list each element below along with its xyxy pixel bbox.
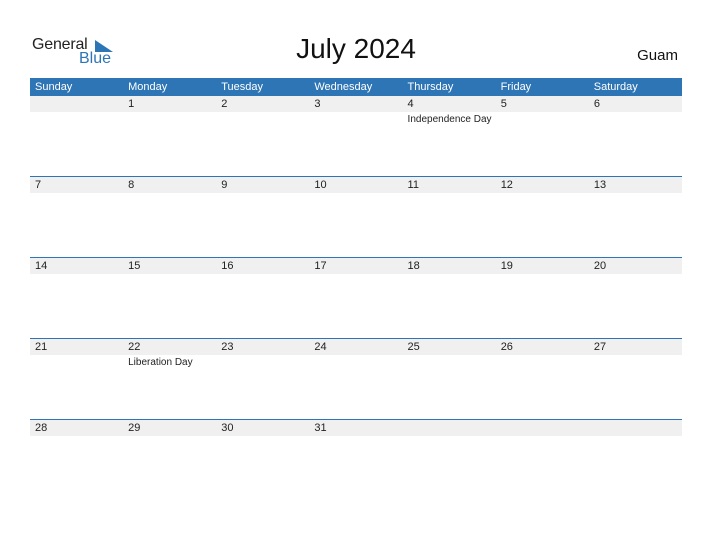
weekday-header: Sunday Monday Tuesday Wednesday Thursday…	[30, 78, 682, 96]
day-number: 31	[314, 422, 327, 434]
country-label: Guam	[637, 47, 678, 64]
day-cell: 25	[403, 339, 496, 420]
week-row: 14 15 16 17 18 19 20	[30, 257, 682, 339]
day-cell: 3	[309, 96, 402, 177]
day-number: 5	[500, 98, 507, 110]
day-cell: 15	[123, 258, 216, 339]
day-cell: 10	[309, 177, 402, 258]
day-cell: 13	[589, 177, 682, 258]
day-number: 10	[314, 179, 327, 191]
day-cell: 28	[30, 420, 123, 501]
day-number: 18	[407, 260, 420, 272]
day-cell	[589, 420, 682, 501]
day-number: 15	[128, 260, 141, 272]
day-number: 29	[128, 422, 141, 434]
calendar-title: July 2024	[296, 33, 416, 64]
weekday-thursday: Thursday	[407, 81, 454, 93]
day-number: 27	[593, 341, 607, 353]
day-number: 7	[35, 179, 42, 191]
day-cell: 31	[309, 420, 402, 501]
day-number: 6	[593, 98, 600, 110]
day-number: 16	[221, 260, 234, 272]
day-cell: 2	[216, 96, 309, 177]
day-cell: 26	[496, 339, 589, 420]
day-number: 24	[314, 341, 327, 353]
day-number: 17	[314, 260, 327, 272]
day-number: 8	[128, 179, 135, 191]
day-number: 2	[221, 98, 228, 110]
day-cell: 1	[123, 96, 216, 177]
day-cell: 29	[123, 420, 216, 501]
day-cell: 14	[30, 258, 123, 339]
day-cell	[496, 420, 589, 501]
day-cell: 18	[403, 258, 496, 339]
day-cell: 16	[216, 258, 309, 339]
day-number: 20	[593, 260, 607, 272]
weekday-wednesday: Wednesday	[314, 81, 373, 93]
week-row: 1 2 3 4 Independence Day 5 6	[30, 96, 682, 177]
day-number: 30	[221, 422, 234, 434]
day-cell: 11	[403, 177, 496, 258]
day-number: 3	[314, 98, 321, 110]
holiday-label: Liberation Day	[128, 357, 193, 368]
day-cell: 5	[496, 96, 589, 177]
day-cell: 6	[589, 96, 682, 177]
day-cell: 24	[309, 339, 402, 420]
weekday-sunday: Sunday	[35, 81, 73, 93]
day-cell: 17	[309, 258, 402, 339]
day-cell: 21	[30, 339, 123, 420]
day-number: 13	[593, 179, 607, 191]
day-number: 23	[221, 341, 234, 353]
day-number: 14	[35, 260, 48, 272]
weekday-monday: Monday	[128, 81, 168, 93]
day-cell: 20	[589, 258, 682, 339]
day-number: 28	[35, 422, 48, 434]
week-row: 28 29 30 31	[30, 419, 682, 501]
day-number: 21	[35, 341, 48, 353]
day-number: 26	[500, 341, 513, 353]
day-number: 22	[128, 341, 141, 353]
weekday-saturday: Saturday	[593, 81, 638, 93]
day-cell: 23	[216, 339, 309, 420]
day-number: 19	[500, 260, 513, 272]
day-cell: 9	[216, 177, 309, 258]
day-cell: 19	[496, 258, 589, 339]
day-cell: 22 Liberation Day	[123, 339, 216, 420]
day-cell: 7	[30, 177, 123, 258]
day-cell: 12	[496, 177, 589, 258]
day-number: 11	[407, 179, 419, 191]
day-cell: 27	[589, 339, 682, 420]
day-number: 12	[500, 179, 513, 191]
day-cell: 4 Independence Day	[403, 96, 496, 177]
day-number: 1	[128, 98, 135, 110]
week-row: 21 22 Liberation Day 23 24 25 26 27	[30, 338, 682, 420]
weekday-friday: Friday	[500, 81, 532, 93]
week-row: 7 8 9 10 11 12 13	[30, 176, 682, 258]
weekday-tuesday: Tuesday	[221, 81, 264, 93]
holiday-label: Independence Day	[407, 114, 492, 125]
day-number: 4	[407, 98, 414, 110]
day-cell	[30, 96, 123, 177]
day-number: 25	[407, 341, 420, 353]
day-number: 9	[221, 179, 228, 191]
day-cell	[403, 420, 496, 501]
day-cell: 8	[123, 177, 216, 258]
day-cell: 30	[216, 420, 309, 501]
